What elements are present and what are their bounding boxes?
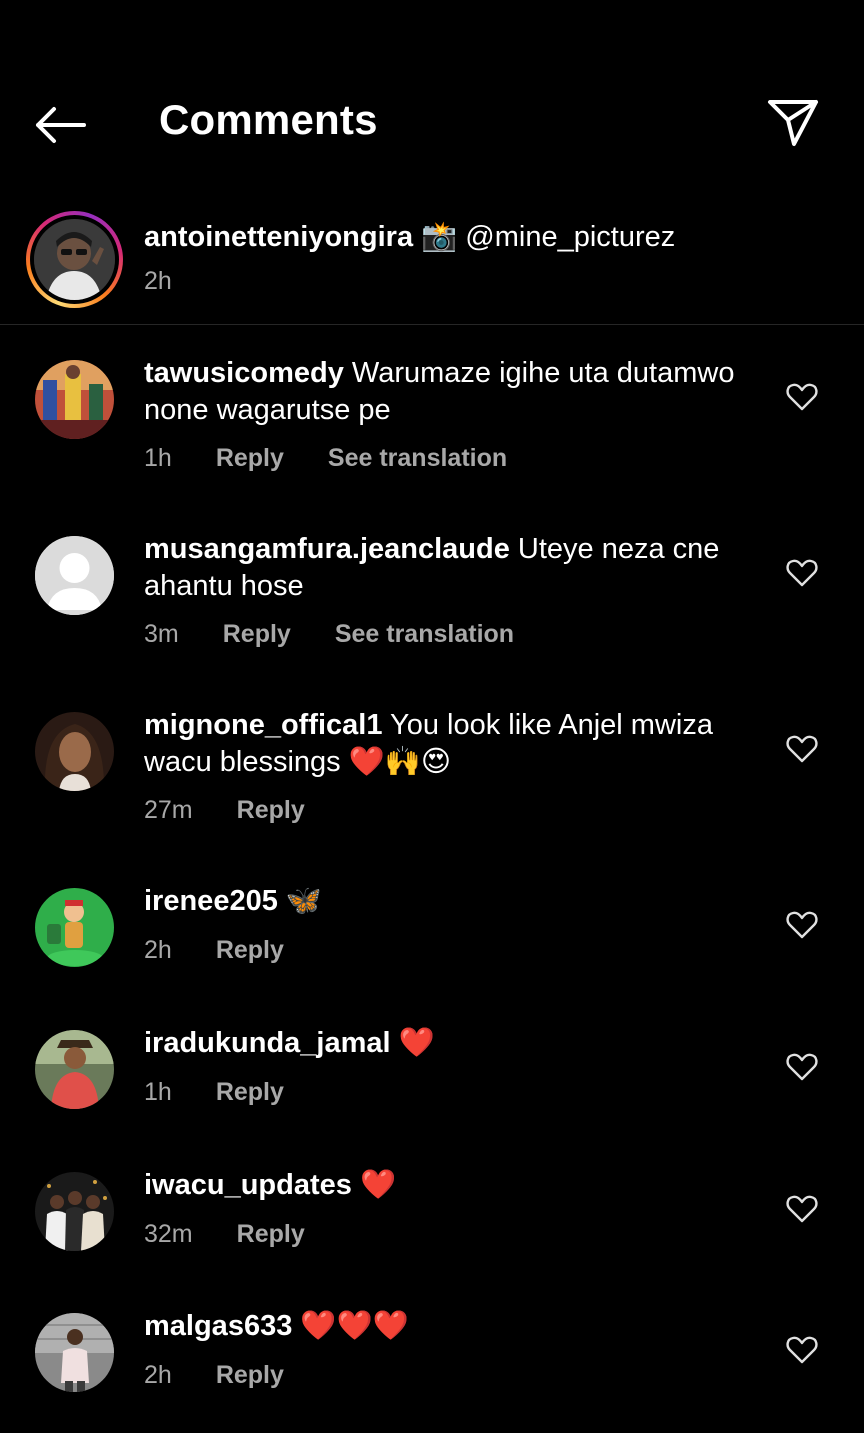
- caption-username[interactable]: antoinetteniyongira: [144, 221, 413, 253]
- reply-button[interactable]: Reply: [237, 796, 305, 825]
- heart-icon: [786, 1053, 818, 1081]
- comment-timestamp: 1h: [144, 1078, 172, 1106]
- avatar[interactable]: [35, 360, 114, 439]
- comment-username[interactable]: iradukunda_jamal: [144, 1027, 391, 1059]
- heart-icon: [786, 1195, 818, 1223]
- page-title: Comments: [159, 96, 378, 143]
- comment-text: malgas633 ❤️❤️❤️: [144, 1308, 754, 1345]
- see-translation-button[interactable]: See translation: [328, 444, 507, 473]
- see-translation-button[interactable]: See translation: [335, 620, 514, 649]
- story-ring[interactable]: [26, 211, 123, 308]
- comment-meta: 1h Reply: [144, 1078, 328, 1107]
- reply-button[interactable]: Reply: [216, 936, 284, 965]
- comment-username[interactable]: iwacu_updates: [144, 1169, 352, 1201]
- comment-body: ❤️: [398, 1027, 435, 1059]
- comment-body: ❤️: [359, 1169, 397, 1201]
- reply-button[interactable]: Reply: [216, 1361, 284, 1390]
- comment-timestamp: 3m: [144, 620, 179, 648]
- comment-meta: 32m Reply: [144, 1220, 349, 1249]
- share-button[interactable]: [764, 96, 822, 150]
- reply-button[interactable]: Reply: [216, 1078, 284, 1107]
- default-avatar-icon: [35, 536, 114, 615]
- avatar[interactable]: [35, 536, 114, 615]
- paper-plane-icon: [768, 100, 818, 146]
- avatar: [34, 219, 115, 300]
- header: Comments: [0, 0, 864, 190]
- comment-body: 🦋: [285, 885, 322, 917]
- heart-icon: [786, 559, 818, 587]
- reply-button[interactable]: Reply: [223, 620, 291, 649]
- comment-timestamp: 2h: [144, 936, 172, 964]
- comment-timestamp: 27m: [144, 796, 193, 824]
- caption-timestamp: 2h: [144, 267, 172, 295]
- like-button[interactable]: [786, 1052, 818, 1082]
- comment-meta: 2h Reply: [144, 936, 328, 965]
- post-caption: antoinetteniyongira 📸 @mine_picturez 2h: [0, 205, 864, 325]
- reply-button[interactable]: Reply: [216, 444, 284, 473]
- avatar[interactable]: [35, 888, 114, 967]
- comment-body: ❤️❤️❤️: [300, 1310, 409, 1342]
- comment-meta: 2h Reply: [144, 1361, 328, 1390]
- comment-username[interactable]: musangamfura.jeanclaude: [144, 533, 510, 565]
- comment-username[interactable]: malgas633: [144, 1310, 292, 1342]
- comment-timestamp: 2h: [144, 1361, 172, 1389]
- comment-timestamp: 1h: [144, 444, 172, 472]
- comment-text: iradukunda_jamal ❤️: [144, 1025, 754, 1062]
- comment-text: iwacu_updates ❤️: [144, 1167, 754, 1204]
- arrow-left-icon: [36, 107, 86, 143]
- heart-icon: [786, 735, 818, 763]
- reply-button[interactable]: Reply: [237, 1220, 305, 1249]
- divider: [0, 324, 864, 325]
- avatar[interactable]: [35, 1313, 114, 1392]
- comment-meta: 1h Reply See translation: [144, 444, 551, 473]
- comment-text: mignone_offical1 You look like Anjel mwi…: [144, 707, 754, 781]
- like-button[interactable]: [786, 382, 818, 412]
- comment-meta: 3m Reply See translation: [144, 620, 558, 649]
- comment-meta: 27m Reply: [144, 796, 349, 825]
- like-button[interactable]: [786, 1335, 818, 1365]
- comments-screen: Comments antoinetteniyongira 📸 @mine_pic…: [0, 0, 864, 1433]
- comment-username[interactable]: irenee205: [144, 885, 278, 917]
- comment-text: musangamfura.jeanclaude Uteye neza cne a…: [144, 531, 754, 605]
- like-button[interactable]: [786, 734, 818, 764]
- avatar[interactable]: [35, 1172, 114, 1251]
- comment-timestamp: 32m: [144, 1220, 193, 1248]
- avatar[interactable]: [35, 712, 114, 791]
- like-button[interactable]: [786, 910, 818, 940]
- avatar[interactable]: [35, 1030, 114, 1109]
- comment-text: tawusicomedy Warumaze igihe uta dutamwo …: [144, 355, 754, 429]
- comment-username[interactable]: mignone_offical1: [144, 709, 383, 741]
- like-button[interactable]: [786, 1194, 818, 1224]
- heart-icon: [786, 1336, 818, 1364]
- heart-icon: [786, 911, 818, 939]
- back-button[interactable]: [30, 100, 92, 150]
- like-button[interactable]: [786, 558, 818, 588]
- caption-body: 📸 @mine_picturez: [421, 221, 676, 253]
- comment-text: irenee205 🦋: [144, 883, 754, 920]
- heart-icon: [786, 383, 818, 411]
- comment-username[interactable]: tawusicomedy: [144, 357, 344, 389]
- caption-text: antoinetteniyongira 📸 @mine_picturez: [144, 219, 675, 255]
